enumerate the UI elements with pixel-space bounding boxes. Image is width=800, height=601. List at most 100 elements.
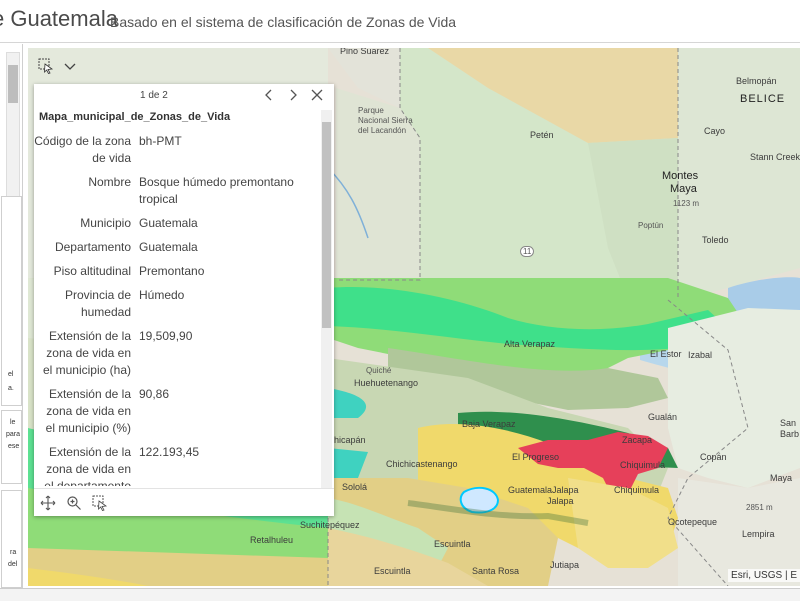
map-label-pino-suarez: Pino Suarez <box>340 48 390 56</box>
left-panel-card-3-line-3: ese <box>8 443 20 450</box>
attribute-row: Extensión de la zona de vida en el depar… <box>34 441 322 486</box>
attribute-row: Provincia de humedad Húmedo <box>34 284 322 325</box>
map-label-chichicastenango: Chichicastenango <box>386 459 458 469</box>
attribute-value: Bosque húmedo premontano tropical <box>139 175 294 206</box>
attribute-key: Piso altitudinal <box>53 264 131 278</box>
map-label-gualan: Gualán <box>648 412 678 422</box>
chevron-left-icon[interactable] <box>261 87 277 103</box>
map-tools <box>34 56 82 78</box>
map-label-barba: Barb <box>780 429 800 439</box>
attribute-row: Código de la zona de vida bh-PMT <box>34 130 322 171</box>
popup-footer <box>34 488 334 517</box>
map-label-jalapa-city: Jalapa <box>547 496 574 506</box>
attribute-key: Extensión de la zona de vida en el munic… <box>45 387 131 435</box>
map-label-stann-creek: Stann Creek <box>750 152 800 162</box>
close-icon[interactable] <box>309 87 325 103</box>
popup-header: 1 de 2 <box>34 84 334 108</box>
attribute-value: 122.193,45 <box>139 445 200 459</box>
pan-icon[interactable] <box>40 495 56 511</box>
map-label-nacional: Nacional Sierra <box>358 116 413 125</box>
map-label-road-shield: 11 <box>520 246 535 257</box>
attribute-key: Código de la zona de vida <box>34 134 131 165</box>
map-label-belice: BELICE <box>740 93 786 105</box>
map-label-retalhuleu: Retalhuleu <box>250 535 294 545</box>
map-label-chiquimula-dep: Chiquimula <box>614 485 660 495</box>
left-panel-card-4-line-2: del <box>8 561 18 568</box>
popup-attributes: Código de la zona de vida bh-PMT Nombre … <box>34 130 322 486</box>
map-label-chiquimula-city: Chiquimula <box>620 460 666 470</box>
map-label-guatemala: Guatemala <box>508 485 553 495</box>
attribute-key: Provincia de humedad <box>64 288 131 319</box>
attribute-value: 90,86 <box>139 387 170 401</box>
zoom-to-icon[interactable] <box>66 495 82 511</box>
attribute-row: Extensión de la zona de vida en el munic… <box>34 383 322 441</box>
left-panel-card-4: ra del <box>1 490 22 588</box>
map-label-cayo: Cayo <box>704 126 726 136</box>
attribute-row: Departamento Guatemala <box>34 236 322 260</box>
map-label-santa-rosa: Santa Rosa <box>472 566 520 576</box>
attribute-value: Guatemala <box>139 240 198 254</box>
app-title: e Guatemala <box>0 6 118 31</box>
map-label-poptun: Poptún <box>638 221 664 230</box>
map-label-parque: Parque <box>358 106 384 115</box>
header-bar: e Guatemala Basado en el sistema de clas… <box>0 0 800 43</box>
popup-scrollbar[interactable] <box>321 110 332 488</box>
map-label-chicapan: hicapán <box>334 435 366 445</box>
popup-scroll-thumb[interactable] <box>322 122 331 328</box>
map-label-belmopan: Belmopán <box>736 76 777 86</box>
left-panel-card-3-line-2: para <box>6 431 21 438</box>
map-label-alta-verapaz: Alta Verapaz <box>504 339 556 349</box>
map-label-copan: Copán <box>700 452 727 462</box>
attribute-value: 19,509,90 <box>139 329 193 343</box>
map-label-peten: Petén <box>530 130 554 140</box>
attribute-value: Premontano <box>139 264 205 278</box>
map-label-quiche: Quiché <box>366 366 392 375</box>
feature-popup: 1 de 2 Mapa_municipal_de_Zonas_de_Vida C… <box>34 84 334 516</box>
attribute-value: Húmedo <box>139 288 185 302</box>
attribute-value: bh-PMT <box>139 134 182 148</box>
map-label-escuintla: Escuintla <box>434 539 471 549</box>
left-panel-card-4-line-1: ra <box>10 549 17 556</box>
attribute-row: Extensión de la zona de vida en el munic… <box>34 325 322 383</box>
attribute-key: Departamento <box>54 240 131 254</box>
map-label-maya-2: Maya <box>770 473 793 483</box>
map-label-el-progreso: El Progreso <box>512 452 560 462</box>
attribute-key: Nombre <box>88 175 131 189</box>
chevron-down-icon[interactable] <box>62 58 78 74</box>
attribute-row: Nombre Bosque húmedo premontano tropical <box>34 171 322 212</box>
attribute-row: Municipio Guatemala <box>34 212 322 236</box>
map-label-escuintla-dep: Escuintla <box>374 566 411 576</box>
map-label-el-estor: El Estor <box>650 349 682 359</box>
map-label-jutiapa: Jutiapa <box>550 560 580 570</box>
map-label-toledo: Toledo <box>702 235 729 245</box>
map-label-san-pedro: San <box>780 418 797 428</box>
left-panel-card-3-line-1: le <box>10 419 16 426</box>
map-label-lempira: Lempira <box>742 529 775 539</box>
map-label-montes: Montes <box>662 170 699 182</box>
attribute-value: Guatemala <box>139 216 198 230</box>
left-panel-card-2-line-1: el <box>8 371 14 378</box>
left-panel-scroll-thumb[interactable] <box>8 65 18 103</box>
map-attribution: Esri, USGS | E <box>728 569 800 582</box>
left-panel-card-2-line-2: a. <box>8 385 14 392</box>
map-label-baja-verapaz: Baja Verapaz <box>462 419 516 429</box>
map-label-suchitepequez: Suchitepéquez <box>300 520 360 530</box>
app-subtitle: Basado en el sistema de clasificación de… <box>110 14 457 30</box>
popup-pager: 1 de 2 <box>140 90 168 101</box>
map-label-lacandon: del Lacandón <box>358 126 407 135</box>
attribute-key: Extensión de la zona de vida en el depar… <box>44 445 131 486</box>
map-label-elevation-1: 1123 m <box>673 199 700 208</box>
map-label-izabal: Izabal <box>688 350 713 360</box>
map-label-solola: Sololá <box>342 482 368 492</box>
left-panel-card-3: le para ese <box>1 410 22 484</box>
chevron-right-icon[interactable] <box>285 87 301 103</box>
map-label-jalapa-dep: Jalapa <box>552 485 579 495</box>
attribute-row: Piso altitudinal Premontano <box>34 260 322 284</box>
map-label-elevation-2: 2851 m <box>746 503 773 512</box>
select-cursor-icon[interactable] <box>38 58 54 74</box>
select-icon[interactable] <box>92 495 108 511</box>
map-label-zacapa: Zacapa <box>622 435 653 445</box>
bottom-bar <box>0 588 800 601</box>
map-label-maya: Maya <box>670 183 697 195</box>
attribute-key: Extensión de la zona de vida en el munic… <box>42 329 131 377</box>
